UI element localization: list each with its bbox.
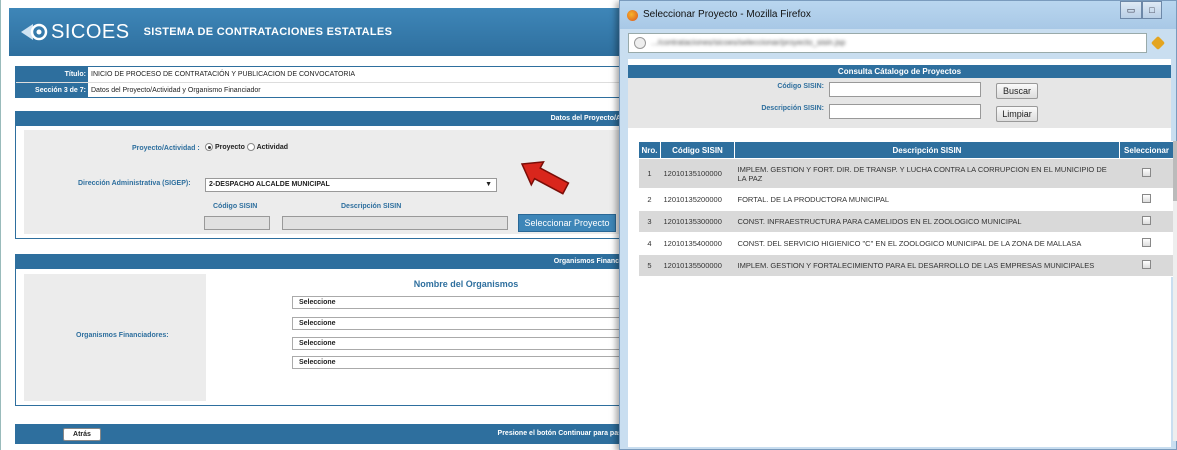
codigo-sisin-field	[204, 216, 270, 230]
funders-label: Organismos Financiadores:	[76, 332, 169, 339]
back-button[interactable]: Atrás	[63, 428, 101, 441]
col-descripcion: Descripción SISIN	[734, 141, 1120, 159]
col-nro: Nro.	[638, 141, 661, 159]
codigo-sisin-label: Código SISIN	[213, 203, 258, 210]
radio-proyecto[interactable]	[205, 143, 213, 151]
organismo-select-3[interactable]: Seleccione	[292, 337, 627, 350]
vertical-scrollbar[interactable]	[1173, 141, 1177, 441]
chevron-down-icon: ▼	[485, 181, 492, 188]
select-checkbox[interactable]	[1142, 216, 1151, 225]
organismo-select-2[interactable]: Seleccione	[292, 317, 627, 330]
col-codigo: Código SISIN	[660, 141, 735, 159]
row-descripcion: IMPLEM. GESTION Y FORTALECIMIENTO PARA E…	[734, 254, 1120, 277]
select-checkbox[interactable]	[1142, 194, 1151, 203]
row-descripcion: FORTAL. DE LA PRODUCTORA MUNICIPAL	[734, 188, 1120, 211]
row-codigo: 12010135400000	[660, 232, 735, 255]
url-text: .../contrataciones/sicoes/seleccionar/pr…	[651, 38, 846, 47]
funders-section-title: Organismos Financi	[16, 255, 625, 269]
row-nro: 2	[638, 188, 661, 211]
scrollbar-thumb[interactable]	[1173, 141, 1177, 201]
row-nro: 4	[638, 232, 661, 255]
organismo-select-4[interactable]: Seleccione	[292, 356, 627, 369]
descripcion-sisin-label: Descripción SISIN	[341, 203, 402, 210]
seccion-value: Datos del Proyecto/Actividad y Organismo…	[91, 86, 261, 94]
seleccionar-proyecto-button[interactable]: Seleccionar Proyecto	[518, 214, 616, 232]
table-row[interactable]: 3 12010135300000 CONST. INFRAESTRUCTURA …	[638, 210, 1174, 233]
select-checkbox[interactable]	[1142, 260, 1151, 269]
codigo-search-label: Código SISIN:	[777, 83, 824, 90]
popup-title: Seleccionar Proyecto - Mozilla Firefox	[643, 9, 811, 20]
radio-proyecto-label: Proyecto	[214, 143, 245, 151]
funders-section: Organismos Financi Organismos Financiado…	[15, 254, 627, 406]
row-descripcion: CONST. DEL SERVICIO HIGIENICO "C" EN EL …	[734, 232, 1120, 255]
results-table: Nro. Código SISIN Descripción SISIN Sele…	[638, 141, 1174, 277]
row-descripcion: CONST. INFRAESTRUCTURA PARA CAMELIDOS EN…	[734, 210, 1120, 233]
footer-hint: Presione el botón Continuar para pas	[497, 430, 622, 437]
project-section-title: Datos del Proyecto/A	[16, 112, 625, 126]
footer-bar: Atrás Presione el botón Continuar para p…	[15, 424, 626, 444]
row-nro: 3	[638, 210, 661, 233]
row-nro: 5	[638, 254, 661, 277]
titulo-value: INICIO DE PROCESO DE CONTRATACIÓN Y PUBL…	[91, 71, 356, 78]
globe-icon	[634, 37, 646, 49]
addon-icon[interactable]	[1150, 35, 1166, 51]
table-row[interactable]: 4 12010135400000 CONST. DEL SERVICIO HIG…	[638, 232, 1174, 255]
titulo-label: Título:	[16, 67, 88, 82]
row-codigo: 12010135200000	[660, 188, 735, 211]
select-checkbox[interactable]	[1142, 168, 1151, 177]
organismo-select-1[interactable]: Seleccione	[292, 296, 627, 309]
table-row[interactable]: 2 12010135200000 FORTAL. DE LA PRODUCTOR…	[638, 188, 1174, 211]
direccion-label: Dirección Administrativa (SIGEP):	[78, 180, 191, 187]
descripcion-search-label: Descripción SISIN:	[761, 105, 824, 112]
seccion-label: Sección 3 de 7:	[16, 83, 88, 97]
organismo-column-title: Nombre del Organismos	[413, 279, 519, 289]
table-header: Nro. Código SISIN Descripción SISIN Sele…	[638, 141, 1174, 159]
firefox-icon	[627, 10, 638, 21]
table-row[interactable]: 1 12010135100000 IMPLEM. GESTION Y FORT.…	[638, 158, 1174, 189]
descripcion-search-input[interactable]	[829, 104, 981, 119]
row-descripcion: IMPLEM. GESTION Y FORT. DIR. DE TRANSP. …	[734, 158, 1120, 189]
catalog-search-form: Código SISIN: Buscar Descripción SISIN: …	[628, 78, 1171, 128]
minimize-button[interactable]: ▭	[1120, 1, 1142, 19]
tipo-label: Proyecto/Actividad :	[132, 145, 200, 152]
popup-titlebar[interactable]: Seleccionar Proyecto - Mozilla Firefox ▭…	[620, 1, 1176, 29]
url-bar[interactable]: .../contrataciones/sicoes/seleccionar/pr…	[628, 33, 1147, 53]
direccion-select[interactable]: 2-DESPACHO ALCALDE MUNICIPAL ▼	[205, 178, 497, 192]
row-codigo: 12010135100000	[660, 158, 735, 189]
catalog-title: Consulta Cátalogo de Proyectos	[628, 65, 1171, 78]
direccion-value: 2-DESPACHO ALCALDE MUNICIPAL	[209, 181, 330, 188]
buscar-button[interactable]: Buscar	[996, 83, 1038, 99]
descripcion-sisin-field	[282, 216, 508, 230]
select-checkbox[interactable]	[1142, 238, 1151, 247]
radio-actividad[interactable]	[246, 143, 255, 151]
sicoes-logo: SICOES	[19, 21, 130, 44]
sicoes-page: SICOES SISTEMA DE CONTRATACIONES ESTATAL…	[0, 0, 627, 450]
process-info: Título: INICIO DE PROCESO DE CONTRATACIÓ…	[15, 66, 626, 98]
header-title: SISTEMA DE CONTRATACIONES ESTATALES	[143, 26, 393, 38]
limpiar-button[interactable]: Limpiar	[996, 106, 1038, 122]
sicoes-logo-icon	[21, 23, 48, 41]
popup-content: Consulta Cátalogo de Proyectos Código SI…	[628, 59, 1177, 447]
radio-actividad-label: Actividad	[256, 143, 289, 151]
maximize-button[interactable]: □	[1142, 1, 1162, 19]
logo-text: SICOES	[51, 20, 130, 43]
codigo-search-input[interactable]	[829, 82, 981, 97]
row-nro: 1	[638, 158, 661, 189]
col-seleccionar: Seleccionar	[1119, 141, 1174, 159]
row-codigo: 12010135300000	[660, 210, 735, 233]
row-codigo: 12010135500000	[660, 254, 735, 277]
red-arrow-annotation	[520, 160, 570, 195]
firefox-popup-window: Seleccionar Proyecto - Mozilla Firefox ▭…	[619, 0, 1177, 450]
table-row[interactable]: 5 12010135500000 IMPLEM. GESTION Y FORTA…	[638, 254, 1174, 277]
app-header: SICOES SISTEMA DE CONTRATACIONES ESTATAL…	[9, 8, 626, 56]
